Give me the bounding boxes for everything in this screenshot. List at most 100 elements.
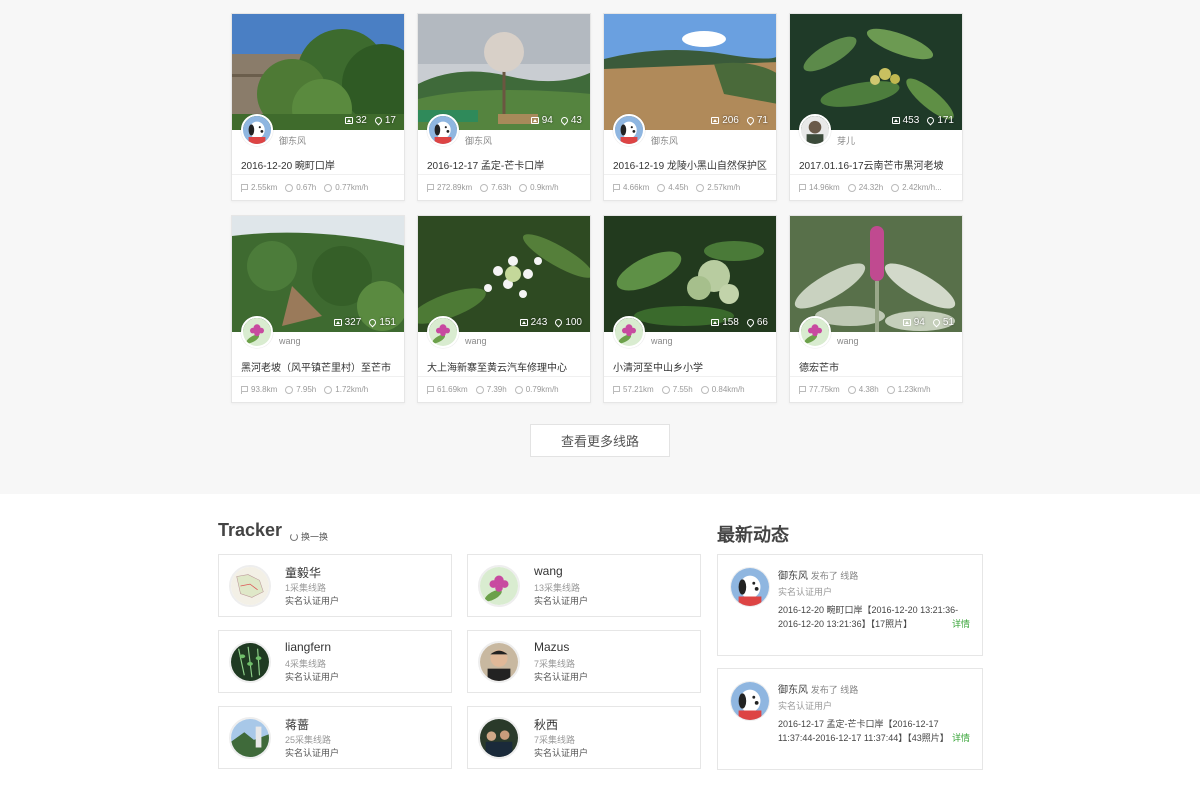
tracker-card[interactable]: 蒋蔷 25采集线路 实名认证用户 [218,706,452,769]
avatar[interactable] [241,316,273,348]
route-author[interactable]: wang [465,336,487,346]
avatar[interactable] [613,114,645,146]
tracker-verify: 实名认证用户 [285,596,340,606]
activity-user[interactable]: 御东风 [778,571,808,582]
route-speed: 2.42km/h... [902,183,942,192]
refresh-button[interactable]: 换一换 [290,530,328,543]
avatar[interactable] [229,717,271,759]
route-title[interactable]: 大上海新寨至黄云汽车修理中心 [427,359,585,374]
route-title[interactable]: 2017.01.16-17云南芒市黑河老坡 [799,157,957,172]
route-meta: 77.75km 4.38h 1.23km/h [790,376,962,402]
route-photo[interactable]: 32 17 [232,14,404,130]
route-author[interactable]: wang [279,336,301,346]
route-title[interactable]: 黑河老坡（风平镇芒里村）至芒市 [241,359,399,374]
tracker-card[interactable]: 童毅华 1采集线路 实名认证用户 [218,554,452,617]
avatar[interactable] [229,641,271,683]
route-title[interactable]: 2016-12-17 孟定-芒卡口岸 [427,157,585,172]
route-title[interactable]: 2016-12-20 畹町口岸 [241,157,399,172]
detail-link[interactable]: 详情 [949,731,970,744]
avatar[interactable] [427,316,459,348]
tracker-card[interactable]: Mazus 7采集线路 实名认证用户 [467,630,701,693]
tracker-name[interactable]: 蒋蔷 [285,716,309,733]
route-meta: 57.21km 7.55h 0.84km/h [604,376,776,402]
distance-icon [613,385,620,394]
point-count: 51 [942,317,954,328]
tracker-name[interactable]: 童毅华 [285,564,321,581]
route-title[interactable]: 小清河至中山乡小学 [613,359,771,374]
avatar[interactable] [229,565,271,607]
route-speed: 0.84km/h [711,385,745,394]
route-meta: 2.55km 0.67h 0.77km/h [232,174,404,200]
route-title[interactable]: 2016-12-19 龙陵小黑山自然保护区 [613,157,771,172]
tracker-route-count: 7采集线路 [534,659,576,669]
tracker-card[interactable]: liangfern 4采集线路 实名认证用户 [218,630,452,693]
tracker-name[interactable]: wang [534,564,563,578]
route-speed: 0.79km/h [525,385,559,394]
photo-count: 453 [902,115,920,126]
more-routes-button[interactable]: 查看更多线路 [530,424,670,457]
avatar[interactable] [613,316,645,348]
route-photo[interactable]: 94 43 [418,14,590,130]
route-photo[interactable]: 158 66 [604,216,776,332]
photo-count: 94 [541,115,553,126]
clock-icon [475,385,484,394]
route-card[interactable]: 453 171 芽儿 2017.01.16-17云南芒市黑河老坡 14.96km… [789,13,963,201]
location-pin-icon [745,115,756,126]
route-stats: 158 66 [711,317,768,328]
route-photo[interactable]: 327 151 [232,216,404,332]
photo-count: 327 [344,317,362,328]
route-author[interactable]: 御东风 [279,134,306,147]
route-author[interactable]: 御东风 [465,134,492,147]
avatar[interactable] [799,114,831,146]
photo-count: 32 [355,115,367,126]
activity-user[interactable]: 御东风 [778,685,808,696]
location-pin-icon [931,317,942,328]
route-card[interactable]: 94 51 wang 德宏芒市 77.75km 4.38h 1.23km/h [789,215,963,403]
detail-link[interactable]: 详情 [949,617,970,630]
avatar[interactable] [478,565,520,607]
tracker-name[interactable]: liangfern [285,640,331,654]
route-distance: 2.55km [251,183,278,192]
route-card[interactable]: 327 151 wang 黑河老坡（风平镇芒里村）至芒市 93.8km 7.95… [231,215,405,403]
point-count: 100 [565,317,582,328]
route-title[interactable]: 德宏芒市 [799,359,957,374]
route-author[interactable]: 御东风 [651,134,678,147]
tracker-card[interactable]: 秋西 7采集线路 实名认证用户 [467,706,701,769]
tracker-route-count: 13采集线路 [534,583,581,593]
avatar[interactable] [730,567,770,607]
distance-icon [799,183,806,192]
route-card[interactable]: 243 100 wang 大上海新寨至黄云汽车修理中心 61.69km 7.39… [417,215,591,403]
tracker-name[interactable]: Mazus [534,640,569,654]
route-photo[interactable]: 453 171 [790,14,962,130]
route-distance: 77.75km [809,385,840,394]
activity-card: 御东风 发布了 线路 实名认证用户 2016-12-20 畹町口岸【2016-1… [717,554,983,656]
route-duration: 0.67h [296,183,317,192]
route-card[interactable]: 94 43 御东风 2016-12-17 孟定-芒卡口岸 272.89km 7.… [417,13,591,201]
tracker-card[interactable]: wang 13采集线路 实名认证用户 [467,554,701,617]
avatar[interactable] [241,114,273,146]
route-card[interactable]: 32 17 御东风 2016-12-20 畹町口岸 2.55km 0.67h 0… [231,13,405,201]
route-photo[interactable]: 206 71 [604,14,776,130]
distance-icon [427,183,434,192]
route-author[interactable]: wang [837,336,859,346]
route-card[interactable]: 158 66 wang 小清河至中山乡小学 57.21km 7.55h 0.84… [603,215,777,403]
avatar[interactable] [478,641,520,683]
avatar[interactable] [427,114,459,146]
location-pin-icon [925,115,936,126]
activity-description: 2016-12-17 孟定-芒卡口岸【2016-12-17 11:37:44-2… [778,719,949,743]
tracker-name[interactable]: 秋西 [534,716,558,733]
route-photo[interactable]: 243 100 [418,216,590,332]
avatar[interactable] [478,717,520,759]
route-speed: 2.57km/h [707,183,741,192]
route-duration: 4.38h [858,385,879,394]
avatar[interactable] [799,316,831,348]
route-card[interactable]: 206 71 御东风 2016-12-19 龙陵小黑山自然保护区 4.66km … [603,13,777,201]
route-author[interactable]: 芽儿 [837,134,855,147]
activity-verify: 实名认证用户 [778,701,833,711]
clock-icon [285,183,294,192]
route-author[interactable]: wang [651,336,673,346]
route-photo[interactable]: 94 51 [790,216,962,332]
photo-count: 158 [722,317,739,328]
route-meta: 61.69km 7.39h 0.79km/h [418,376,590,402]
avatar[interactable] [730,681,770,721]
